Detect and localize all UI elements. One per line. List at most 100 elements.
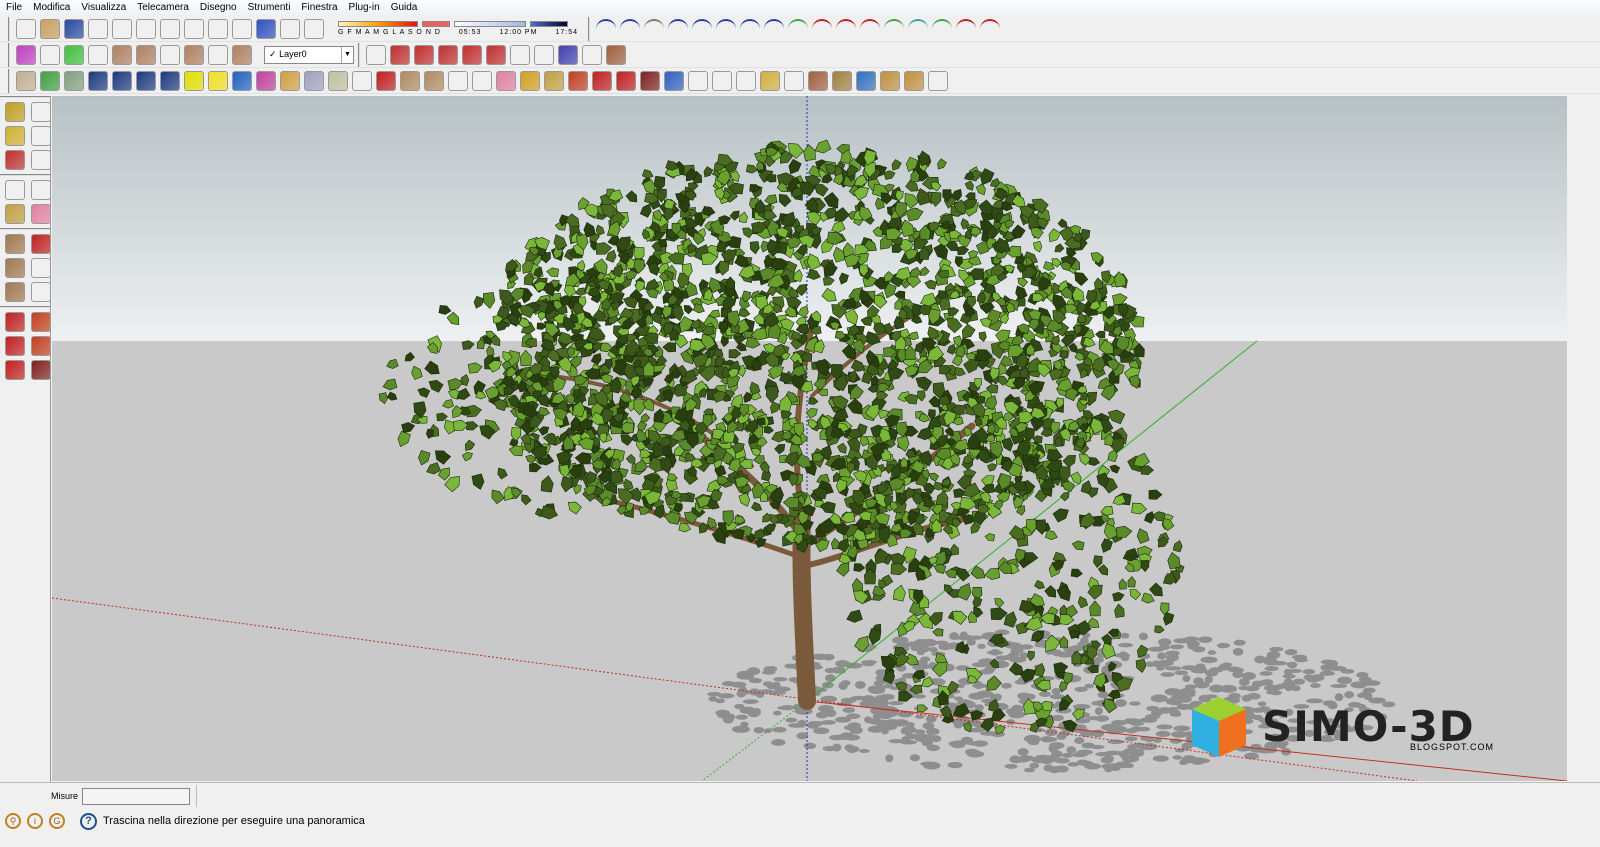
new-icon[interactable] [16,18,36,39]
3d-text-icon[interactable] [31,150,51,170]
eraser2-icon[interactable] [496,70,516,91]
arc2-icon[interactable] [716,18,736,39]
paint-icon[interactable] [544,70,564,91]
scene2-icon[interactable] [112,70,132,91]
delete-icon[interactable] [160,18,180,39]
tape-measure-icon[interactable] [5,102,25,122]
color-picker-icon[interactable] [16,44,36,65]
help-icon[interactable]: ? [80,812,97,830]
earth-icon[interactable] [856,70,876,91]
spline-icon[interactable] [644,18,664,39]
axis-v-icon[interactable] [414,44,434,65]
solid1-icon[interactable] [280,70,300,91]
hidden-line-icon[interactable] [558,44,578,65]
axis-n-icon[interactable] [438,44,458,65]
paint-bucket-icon[interactable] [5,204,25,224]
eraser-tool-icon[interactable] [31,204,51,224]
axes-icon[interactable] [5,150,25,170]
curve2-icon[interactable] [692,18,712,39]
offset-tool-icon[interactable] [31,360,51,380]
scale-tool-icon[interactable] [5,360,25,380]
cone-icon[interactable] [208,70,228,91]
3d-viewport[interactable] [52,96,1567,781]
date-slider-end[interactable] [422,21,450,27]
film-icon[interactable] [136,70,156,91]
dots-icon[interactable] [256,70,276,91]
menu-file[interactable]: File [6,2,22,13]
freehand-icon[interactable] [620,18,640,39]
arc6-icon[interactable] [860,18,880,39]
edges-icon[interactable] [582,44,602,65]
open-icon[interactable] [40,18,60,39]
circle-tool-icon[interactable] [424,70,444,91]
menu-strumenti[interactable]: Strumenti [248,2,291,13]
shadow-toggle-icon[interactable] [304,18,324,39]
zoom-extents-icon[interactable] [736,70,756,91]
select-tool-icon[interactable] [5,180,25,200]
layer-manager-icon[interactable] [366,44,386,65]
sandbox-icon[interactable] [16,70,36,91]
pushpull-tool-icon[interactable] [31,312,51,332]
dimension-icon[interactable] [31,102,51,122]
move-tool-icon[interactable] [5,312,25,332]
palette-icon[interactable] [232,70,252,91]
curve-icon[interactable] [668,18,688,39]
menu-plug-in[interactable]: Plug-in [349,2,380,13]
warehouse-icon[interactable] [760,70,780,91]
geolocation-icon[interactable]: ⚲ [5,813,21,829]
select-icon[interactable] [40,44,60,65]
circle-icon[interactable] [908,18,928,39]
joystick-icon[interactable] [606,44,626,65]
print2-icon[interactable] [928,70,948,91]
wireframe-icon[interactable] [534,44,554,65]
pencil-icon[interactable] [376,70,396,91]
menu-visualizza[interactable]: Visualizza [81,2,126,13]
pushpull-icon[interactable] [568,70,588,91]
arc4-icon[interactable] [812,18,832,39]
polygon-draw-icon[interactable] [5,282,25,302]
measure-input[interactable] [82,788,190,805]
share-icon[interactable] [808,70,828,91]
menu-modifica[interactable]: Modifica [33,2,70,13]
rotate-icon[interactable] [616,70,636,91]
line-icon[interactable] [31,234,51,254]
menu-disegno[interactable]: Disegno [200,2,237,13]
solid2-icon[interactable] [304,70,324,91]
menu-guida[interactable]: Guida [391,2,418,13]
get-models-icon[interactable] [880,70,900,91]
scene1-icon[interactable] [88,70,108,91]
back-view-icon[interactable] [208,44,228,65]
pan-icon[interactable] [688,70,708,91]
tree-icon[interactable] [160,70,180,91]
paste-icon[interactable] [136,18,156,39]
signin-icon[interactable]: G [49,813,65,829]
circle-draw-icon[interactable] [5,258,25,278]
top-view-icon[interactable] [160,44,180,65]
redo-icon[interactable] [208,18,228,39]
left-view-icon[interactable] [232,44,252,65]
wrench-icon[interactable] [932,18,952,39]
tape-icon[interactable] [520,70,540,91]
shadow-settings-icon[interactable] [280,18,300,39]
menu-telecamera[interactable]: Telecamera [137,2,189,13]
date-slider[interactable] [338,21,418,27]
spiral-icon[interactable] [740,18,760,39]
orbit-icon[interactable] [664,70,684,91]
color-picker2-icon[interactable] [64,44,84,65]
light-icon[interactable] [184,70,204,91]
scene-canvas[interactable] [52,96,1567,781]
arc-tool-icon[interactable] [448,70,468,91]
save-icon[interactable] [64,18,84,39]
curve3-icon[interactable] [884,18,904,39]
print-icon[interactable] [232,18,252,39]
freehand-draw-icon[interactable] [31,282,51,302]
axis-j-icon[interactable] [390,44,410,65]
rotate-right-icon[interactable] [486,44,506,65]
arc-draw-icon[interactable] [31,258,51,278]
arc-icon[interactable] [596,18,616,39]
right-view-icon[interactable] [184,44,204,65]
layer-dropdown[interactable]: ✓ Layer0 ▼ [264,45,354,64]
arc3-icon[interactable] [764,18,784,39]
extension-icon[interactable] [832,70,852,91]
rectangle-draw-icon[interactable] [5,234,25,254]
